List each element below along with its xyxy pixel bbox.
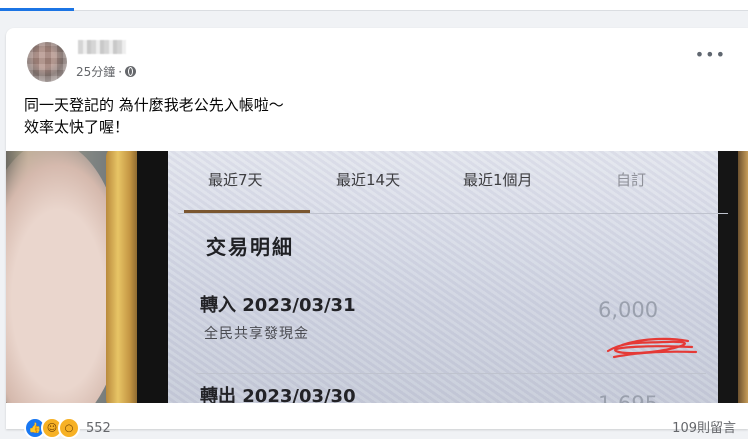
tab-divider xyxy=(178,213,728,214)
post-meta: 25分鐘 · xyxy=(76,63,137,80)
transaction-amount: 6,000 xyxy=(598,298,659,322)
tab-7-days: 最近7天 xyxy=(208,171,263,189)
comment-count[interactable]: 109則留言 xyxy=(672,417,736,436)
section-title: 交易明細 xyxy=(206,235,294,259)
row-divider xyxy=(196,373,706,374)
post-footer: 👍 ☺ ○ 552 109則留言 xyxy=(6,403,748,439)
transaction-subtitle: 全民共享發現金 xyxy=(204,326,309,342)
more-dots-icon[interactable]: ••• xyxy=(695,47,726,63)
reactions-summary[interactable]: 👍 ☺ ○ 552 xyxy=(24,417,111,439)
top-strip xyxy=(0,0,748,11)
avatar[interactable] xyxy=(27,42,67,82)
phone-bezel xyxy=(137,151,171,403)
post-text-line: 同一天登記的 為什麼我老公先入帳啦～ xyxy=(24,96,284,114)
post-text-line: 效率太快了喔！ xyxy=(24,118,130,136)
active-tab-indicator xyxy=(0,8,74,11)
wow-icon: ○ xyxy=(58,417,80,439)
tab-14-days: 最近14天 xyxy=(336,171,401,189)
scribble-mark xyxy=(606,337,698,359)
transaction-amount: 1,695 xyxy=(598,392,658,403)
meta-separator: · xyxy=(118,64,123,79)
reaction-count: 552 xyxy=(86,420,111,436)
tab-underline xyxy=(184,210,310,213)
author-name[interactable] xyxy=(78,40,126,54)
post-text: 同一天登記的 為什麼我老公先入帳啦～ 效率太快了喔！ xyxy=(24,94,284,138)
phone-edge xyxy=(106,151,140,403)
globe-icon[interactable] xyxy=(125,66,137,77)
post-time[interactable]: 25分鐘 xyxy=(76,63,115,80)
post-card: 25分鐘 · ••• 同一天登記的 為什麼我老公先入帳啦～ 效率太快了喔！ 最近… xyxy=(6,28,748,439)
phone-edge-right xyxy=(738,151,748,403)
transaction-title: 轉入 2023/03/31 xyxy=(200,295,356,316)
tab-1-month: 最近1個月 xyxy=(463,171,533,189)
transaction-title: 轉出 2023/03/30 xyxy=(200,386,356,403)
tab-custom: 自訂 xyxy=(616,171,647,189)
post-photo[interactable]: 最近7天 最近14天 最近1個月 自訂 交易明細 轉入 2023/03/31 全… xyxy=(6,151,748,403)
